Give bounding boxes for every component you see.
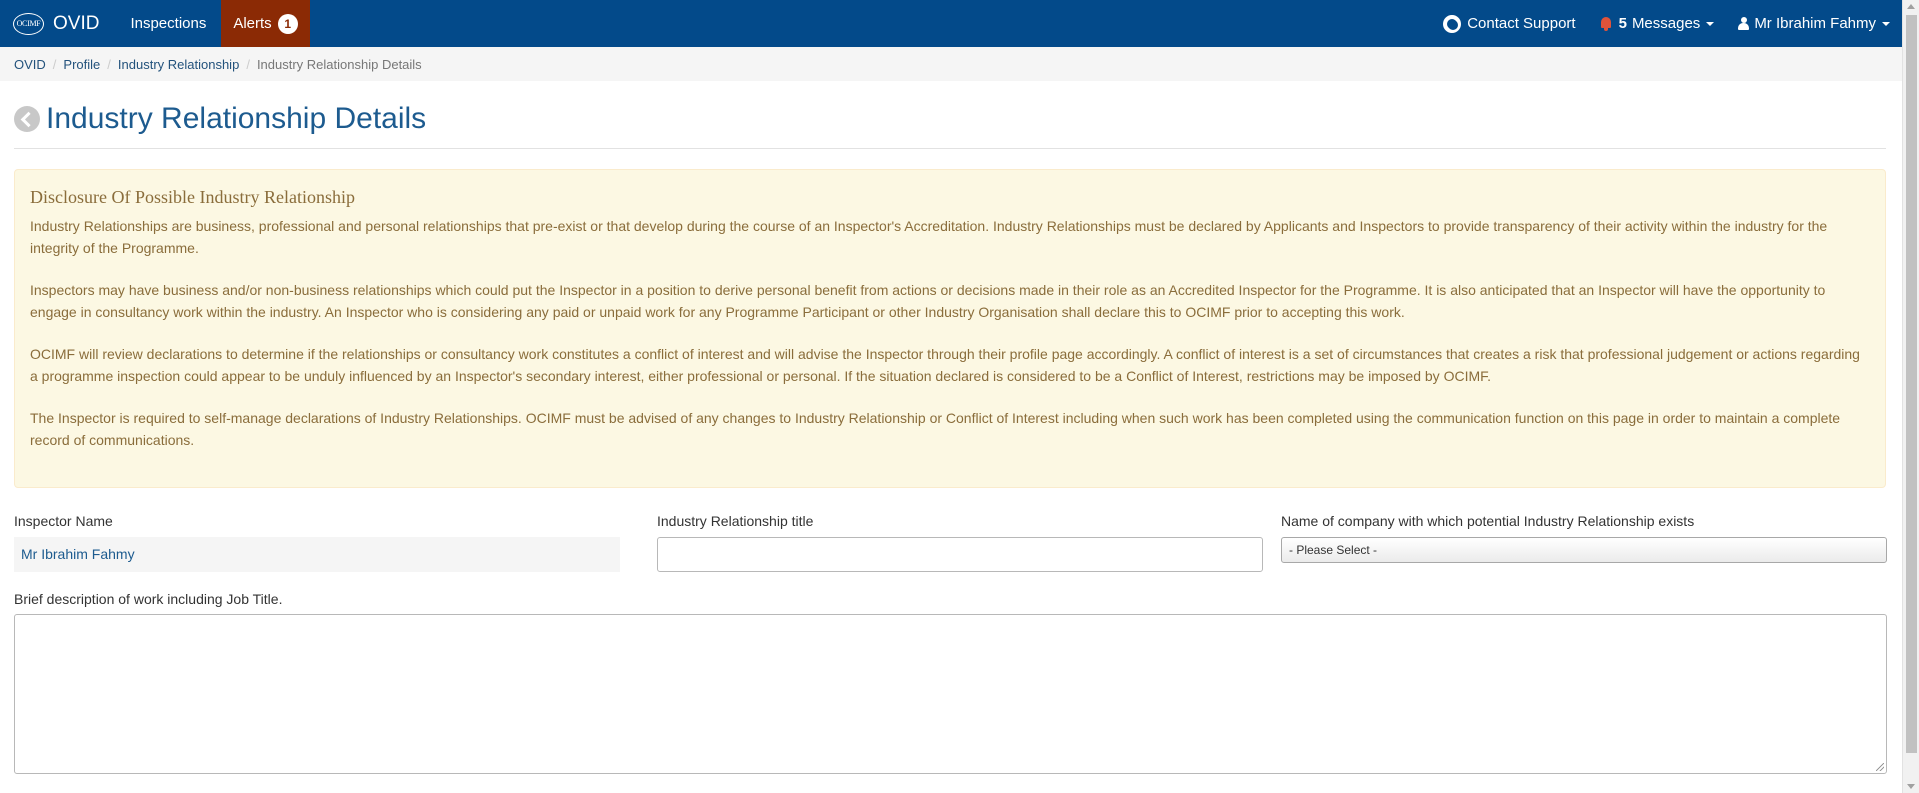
disclosure-paragraph: Industry Relationships are business, pro…	[30, 218, 1828, 256]
bell-icon	[1600, 16, 1612, 31]
life-ring-icon	[1443, 14, 1462, 33]
scroll-up-arrow-icon[interactable]	[1907, 4, 1915, 9]
user-name: Mr Ibrahim Fahmy	[1754, 15, 1876, 32]
breadcrumb-profile[interactable]: Profile	[63, 57, 100, 72]
nav-alerts[interactable]: Alerts 1	[221, 0, 310, 47]
breadcrumb-current: Industry Relationship Details	[256, 56, 422, 72]
nav-right: Contact Support 5 Messages Mr Ibrahim Fa…	[1431, 0, 1902, 47]
user-icon	[1738, 17, 1750, 30]
breadcrumb-separator: /	[52, 56, 57, 72]
breadcrumb: OVID / Profile / Industry Relationship /…	[0, 47, 1902, 81]
resize-grip-icon[interactable]	[1876, 763, 1884, 771]
inspector-name-label: Inspector Name	[14, 513, 113, 529]
company-select-value: - Please Select -	[1289, 543, 1378, 557]
disclosure-paragraph: OCIMF will review declarations to determ…	[30, 346, 1860, 384]
nav-alerts-label: Alerts	[233, 15, 272, 32]
disclosure-title: Disclosure Of Possible Industry Relation…	[30, 187, 355, 207]
contact-support-link[interactable]: Contact Support	[1431, 0, 1587, 47]
breadcrumb-industry-relationship[interactable]: Industry Relationship	[118, 57, 239, 72]
breadcrumb-ovid[interactable]: OVID	[14, 57, 46, 72]
caret-down-icon	[1882, 21, 1890, 26]
page-scrollbar[interactable]	[1902, 0, 1919, 793]
nav-inspections-label: Inspections	[130, 15, 207, 32]
company-label: Name of company with which potential Ind…	[1281, 513, 1695, 529]
messages-count: 5	[1618, 15, 1627, 32]
contact-support-label: Contact Support	[1467, 15, 1576, 32]
top-navbar: OCIMF OVID Inspections Alerts 1 Contact …	[0, 0, 1902, 47]
breadcrumb-separator: /	[246, 56, 250, 72]
scrollbar-thumb[interactable]	[1906, 15, 1917, 753]
scroll-down-arrow-icon[interactable]	[1907, 784, 1915, 789]
messages-label: Messages	[1631, 15, 1701, 32]
inspector-name-value: Mr Ibrahim Fahmy	[14, 537, 620, 572]
messages-dropdown[interactable]: 5 Messages	[1588, 0, 1727, 47]
caret-down-icon	[1706, 21, 1715, 26]
relationship-title-label: Industry Relationship title	[657, 513, 814, 529]
description-label: Brief description of work including Job …	[14, 591, 283, 607]
disclosure-paragraph: The Inspector is required to self-manage…	[30, 410, 1841, 448]
ocimf-logo-icon: OCIMF	[13, 12, 44, 35]
user-dropdown[interactable]: Mr Ibrahim Fahmy	[1726, 0, 1902, 47]
page-title: Industry Relationship Details	[46, 102, 427, 135]
brand-link[interactable]: OCIMF OVID	[0, 0, 115, 47]
breadcrumb-separator: /	[107, 56, 111, 72]
disclosure-paragraph: Inspectors may have business and/or non-…	[30, 282, 1826, 320]
disclosure-alert: Disclosure Of Possible Industry Relation…	[14, 169, 1886, 488]
nav-inspections[interactable]: Inspections	[115, 0, 221, 47]
description-textarea[interactable]	[14, 614, 1887, 774]
relationship-title-input[interactable]	[657, 537, 1263, 572]
alerts-count-badge: 1	[277, 13, 298, 34]
brand-text: OVID	[53, 12, 100, 34]
page-header: Industry Relationship Details	[14, 96, 1886, 149]
company-select[interactable]: - Please Select -	[1281, 537, 1887, 563]
back-chevron-icon[interactable]	[14, 106, 40, 132]
